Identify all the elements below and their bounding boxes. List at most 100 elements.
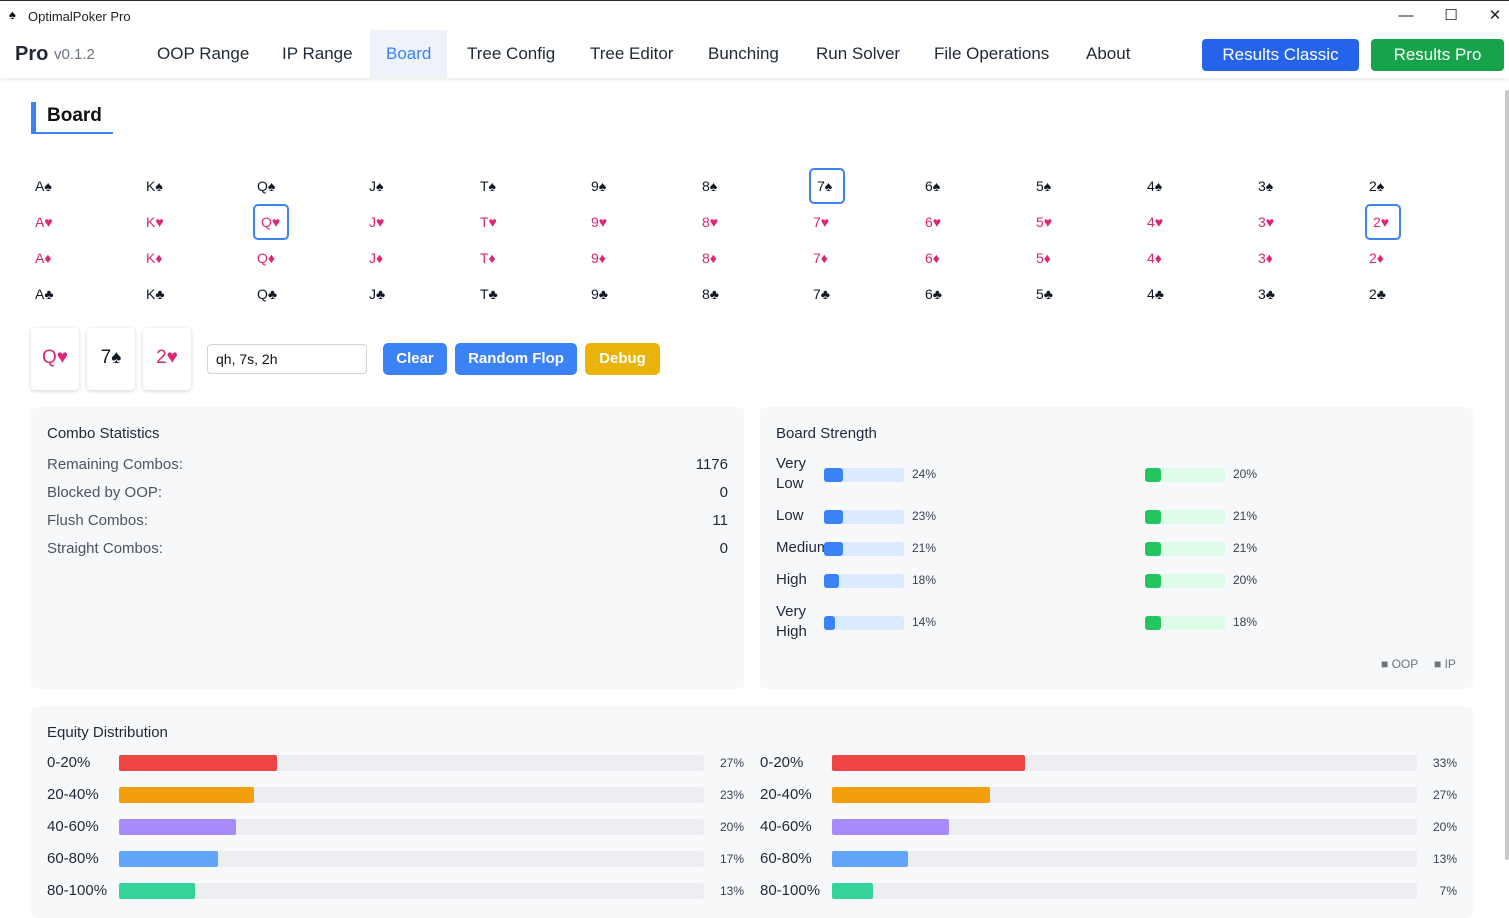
card-3s[interactable]: 3♠	[1254, 168, 1290, 204]
card-Kc[interactable]: K♣	[142, 276, 178, 312]
oop-equity-bar	[119, 883, 704, 899]
card-9d[interactable]: 9♦	[587, 240, 623, 276]
card-Tc[interactable]: T♣	[476, 276, 512, 312]
oop-strength-bar	[824, 510, 904, 524]
combo-stat-value: 0	[719, 484, 728, 501]
card-4h[interactable]: 4♥	[1143, 204, 1179, 240]
card-4d[interactable]: 4♦	[1143, 240, 1179, 276]
card-6c[interactable]: 6♣	[921, 276, 957, 312]
oop-strength-bar	[824, 616, 904, 630]
card-Th[interactable]: T♥	[476, 204, 512, 240]
card-3h[interactable]: 3♥	[1254, 204, 1290, 240]
board-text-input[interactable]	[207, 344, 367, 374]
card-3c[interactable]: 3♣	[1254, 276, 1290, 312]
ip-equity-bucket-label: 40-60%	[760, 818, 812, 835]
card-7h[interactable]: 7♥	[809, 204, 845, 240]
close-button[interactable]: ✕	[1480, 5, 1509, 27]
oop-equity-fill	[119, 787, 254, 803]
maximize-button[interactable]: ☐	[1436, 5, 1466, 27]
combo-stat-value: 0	[719, 540, 728, 557]
tab-ip-range[interactable]: IP Range	[266, 30, 369, 78]
oop-strength-percent: 23%	[912, 509, 937, 523]
tab-tree-config[interactable]: Tree Config	[451, 30, 571, 78]
card-6d[interactable]: 6♦	[921, 240, 957, 276]
oop-strength-fill	[824, 468, 843, 482]
card-4c[interactable]: 4♣	[1143, 276, 1179, 312]
card-Qd[interactable]: Q♦	[253, 240, 289, 276]
card-3d[interactable]: 3♦	[1254, 240, 1290, 276]
page-scrollbar[interactable]	[1505, 90, 1509, 860]
card-2d[interactable]: 2♦	[1365, 240, 1401, 276]
ip-equity-fill	[832, 819, 949, 835]
card-8c[interactable]: 8♣	[698, 276, 734, 312]
oop-equity-percent: 17%	[719, 852, 744, 866]
card-5s[interactable]: 5♠	[1032, 168, 1068, 204]
selected-card[interactable]: 7♠	[87, 328, 135, 390]
card-Qs[interactable]: Q♠	[253, 168, 289, 204]
ip-strength-percent: 21%	[1233, 541, 1258, 555]
oop-equity-bar	[119, 819, 704, 835]
card-7c[interactable]: 7♣	[809, 276, 845, 312]
ip-equity-bar	[832, 851, 1417, 867]
card-Kd[interactable]: K♦	[142, 240, 178, 276]
tab-tree-editor[interactable]: Tree Editor	[574, 30, 689, 78]
card-7d[interactable]: 7♦	[809, 240, 845, 276]
card-7s[interactable]: 7♠	[809, 168, 845, 204]
tab-about[interactable]: About	[1070, 30, 1146, 78]
oop-equity-bucket-label: 0-20%	[47, 754, 91, 771]
card-Ks[interactable]: K♠	[142, 168, 178, 204]
debug-button[interactable]: Debug	[585, 343, 660, 375]
results-classic-button[interactable]: Results Classic	[1202, 39, 1359, 71]
card-9c[interactable]: 9♣	[587, 276, 623, 312]
card-5c[interactable]: 5♣	[1032, 276, 1068, 312]
selected-card[interactable]: Q♥	[31, 328, 79, 390]
oop-equity-percent: 27%	[719, 756, 744, 770]
card-2c[interactable]: 2♣	[1365, 276, 1401, 312]
results-pro-button[interactable]: Results Pro	[1371, 39, 1504, 71]
card-Qc[interactable]: Q♣	[253, 276, 289, 312]
card-2h[interactable]: 2♥	[1365, 204, 1401, 240]
card-8s[interactable]: 8♠	[698, 168, 734, 204]
tab-board[interactable]: Board	[370, 30, 448, 78]
tab-oop-range[interactable]: OOP Range	[141, 30, 265, 78]
card-Jc[interactable]: J♣	[365, 276, 401, 312]
ip-equity-bucket-label: 80-100%	[760, 882, 821, 899]
card-5h[interactable]: 5♥	[1032, 204, 1068, 240]
tab-run-solver[interactable]: Run Solver	[800, 30, 916, 78]
minimize-button[interactable]: —	[1391, 5, 1421, 27]
selected-card[interactable]: 2♥	[143, 328, 191, 390]
ip-strength-fill	[1145, 574, 1161, 588]
card-8h[interactable]: 8♥	[698, 204, 734, 240]
card-4s[interactable]: 4♠	[1143, 168, 1179, 204]
card-Ad[interactable]: A♦	[31, 240, 67, 276]
card-8d[interactable]: 8♦	[698, 240, 734, 276]
card-5d[interactable]: 5♦	[1032, 240, 1068, 276]
card-Td[interactable]: T♦	[476, 240, 512, 276]
card-picker-grid: A♠ K♠ Q♠ J♠ T♠ 9♠ 8♠ 7♠ 6♠ 5♠ 4♠ 3♠ 2♠ A♥ K♥ Q♥ J♥ T♥ 9♥ 8♥…	[31, 168, 1431, 312]
clear-button[interactable]: Clear	[383, 343, 447, 375]
card-2s[interactable]: 2♠	[1365, 168, 1401, 204]
oop-strength-percent: 21%	[912, 541, 937, 555]
ip-strength-bar	[1145, 542, 1225, 556]
card-Ah[interactable]: A♥	[31, 204, 67, 240]
card-Ac[interactable]: A♣	[31, 276, 67, 312]
card-9s[interactable]: 9♠	[587, 168, 623, 204]
card-Jd[interactable]: J♦	[365, 240, 401, 276]
strength-label: Low	[776, 507, 804, 524]
tab-bunching[interactable]: Bunching	[692, 30, 795, 78]
strength-label: High	[776, 571, 807, 588]
card-As[interactable]: A♠	[31, 168, 67, 204]
card-Qh[interactable]: Q♥	[253, 204, 289, 240]
ip-strength-fill	[1145, 542, 1161, 556]
card-6s[interactable]: 6♠	[921, 168, 957, 204]
tab-file-operations[interactable]: File Operations	[918, 30, 1065, 78]
legend-ip: ■ IP	[1434, 657, 1456, 671]
card-9h[interactable]: 9♥	[587, 204, 623, 240]
card-6h[interactable]: 6♥	[921, 204, 957, 240]
random-flop-button[interactable]: Random Flop	[455, 343, 577, 375]
card-Ts[interactable]: T♠	[476, 168, 512, 204]
card-Js[interactable]: J♠	[365, 168, 401, 204]
card-Kh[interactable]: K♥	[142, 204, 178, 240]
card-Jh[interactable]: J♥	[365, 204, 401, 240]
strength-label: Very Low	[776, 455, 807, 492]
